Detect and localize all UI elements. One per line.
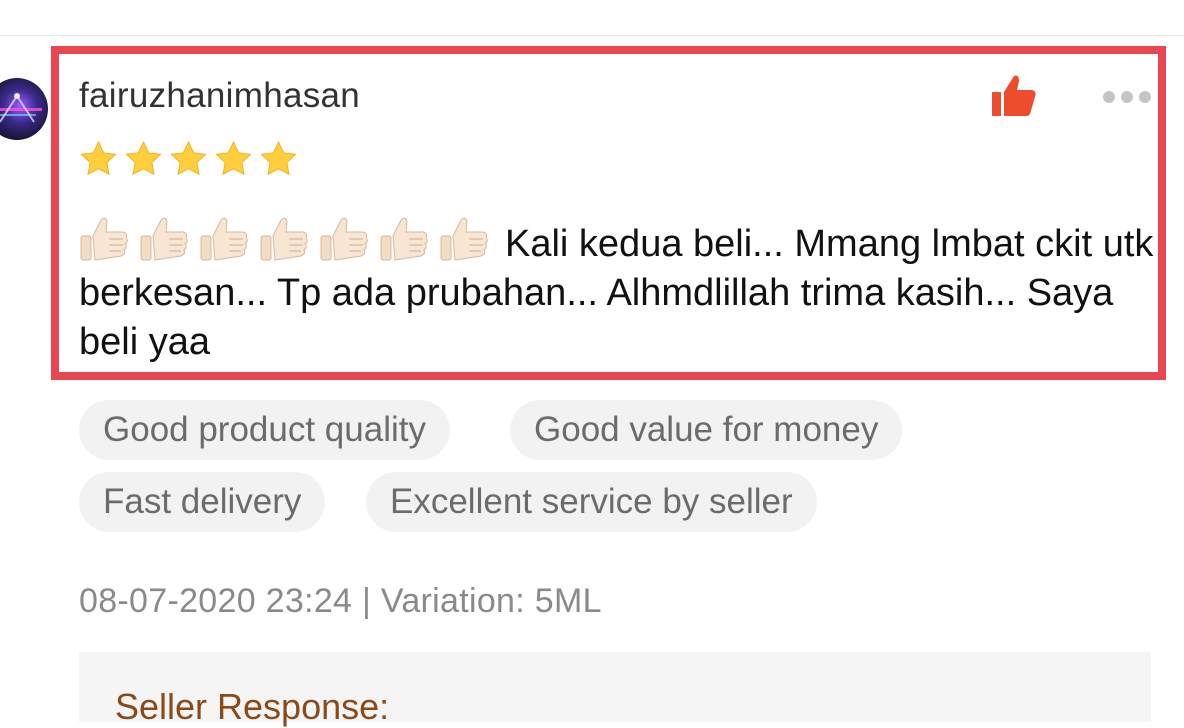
star-icon (170, 140, 207, 176)
tag-good-value-for-money[interactable]: Good value for money (510, 400, 903, 460)
thumbs-up-emoji (440, 217, 488, 261)
tag-fast-delivery[interactable]: Fast delivery (79, 472, 326, 532)
seller-response-label: Seller Response: (115, 686, 390, 727)
star-icon (125, 140, 162, 176)
thumbs-up-icon[interactable] (990, 74, 1038, 118)
thumbs-up-emoji (80, 217, 128, 261)
thumbs-emoji-row (79, 214, 491, 264)
thumbs-up-emoji (260, 217, 308, 261)
star-rating (78, 139, 299, 179)
thumbs-up-emoji (200, 217, 248, 261)
more-options-icon[interactable] (1100, 88, 1152, 106)
thumbs-up-emoji (320, 217, 368, 261)
avatar-image (0, 93, 42, 123)
review-body: Kali kedua beli... Mmang lmbat ckit utk … (79, 214, 1154, 367)
tag-excellent-service-by-seller[interactable]: Excellent service by seller (366, 472, 817, 532)
thumbs-up-emoji (140, 217, 188, 261)
top-divider (0, 35, 1184, 36)
star-icon (215, 140, 252, 176)
review-date-variation: 08-07-2020 23:24 | Variation: 5ML (79, 582, 602, 620)
avatar[interactable] (0, 78, 48, 140)
thumbs-up-emoji (380, 217, 428, 261)
star-icon (260, 140, 297, 176)
reviewer-username[interactable]: fairuzhanimhasan (79, 76, 360, 116)
star-icon (80, 140, 117, 176)
tag-good-product-quality[interactable]: Good product quality (79, 400, 450, 460)
